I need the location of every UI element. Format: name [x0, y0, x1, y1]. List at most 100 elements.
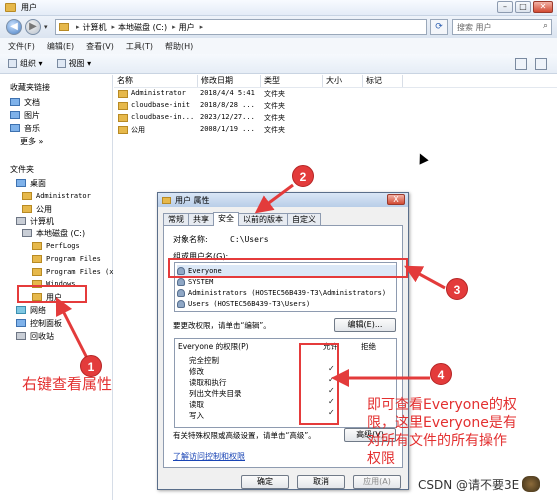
column-header-tag[interactable]: 标记	[363, 75, 403, 87]
highlight-users-folder	[17, 285, 87, 303]
cancel-button[interactable]: 取消	[297, 475, 345, 489]
user-icon	[177, 277, 185, 286]
annotation-text-4-line4: 权限	[367, 451, 395, 467]
view-tools	[515, 58, 547, 70]
permission-header: Everyone 的权限(P)	[178, 342, 249, 351]
annotation-badge-4: 4	[430, 363, 452, 385]
tree-item-control-panel[interactable]: 控制面板	[16, 317, 62, 329]
user-folder-icon	[22, 192, 32, 200]
users-icon	[177, 299, 185, 308]
chevron-right-icon[interactable]: ▸	[112, 23, 116, 31]
view-button[interactable]: 视图 ▾	[56, 58, 91, 69]
file-date: 2008/1/19 ...	[200, 125, 255, 133]
file-name: cloudbase-init	[131, 101, 191, 109]
tree-item-perflogs[interactable]: PerfLogs	[32, 240, 80, 252]
tree-item-local-disk[interactable]: 本地磁盘 (C:)	[22, 227, 85, 239]
tree-item-administrator[interactable]: Administrator	[22, 190, 91, 202]
computer-icon	[16, 217, 26, 225]
tree-item-computer[interactable]: 计算机	[16, 215, 54, 227]
dialog-tabs: 常规 共享 安全 以前的版本 自定义	[163, 212, 321, 226]
column-header-size[interactable]: 大小	[323, 75, 363, 87]
watermark: CSDN @请不要3E	[418, 473, 554, 495]
pictures-icon	[10, 111, 20, 119]
group-item-users[interactable]: Users (HOSTEC56B439-T3\Users)	[177, 298, 310, 309]
drive-icon	[22, 229, 32, 237]
search-input[interactable]: 搜索 用户 ⌕	[452, 19, 552, 35]
tree-item-program-files[interactable]: Program Files	[32, 253, 101, 265]
object-name-label: 对象名称:	[173, 235, 208, 244]
column-header-type[interactable]: 类型	[261, 75, 323, 87]
watermark-text: CSDN @请不要3E	[418, 477, 520, 492]
folder-icon	[5, 3, 16, 12]
file-name: cloudbase-in...	[131, 113, 195, 121]
breadcrumb-local-disk[interactable]: 本地磁盘 (C:)	[118, 22, 167, 33]
nav-item-music[interactable]: 音乐	[10, 122, 40, 134]
back-button[interactable]: ◀	[6, 19, 22, 35]
folder-icon	[162, 196, 171, 204]
edit-button[interactable]: 编辑(E)...	[334, 318, 396, 332]
permission-list-folder: 列出文件夹目录	[189, 389, 242, 398]
file-type: 文件夹	[264, 90, 285, 98]
tree-item-program-files-x86[interactable]: Program Files (x	[32, 266, 113, 278]
folders-heading[interactable]: 文件夹	[10, 163, 34, 175]
breadcrumb-computer[interactable]: 计算机	[83, 22, 107, 33]
folder-icon	[22, 205, 32, 213]
permission-read-execute: 读取和执行	[189, 378, 227, 387]
file-row[interactable]: cloudbase-init 2018/8/28 ... 文件夹	[114, 100, 557, 112]
file-row[interactable]: 公用 2008/1/19 ... 文件夹	[114, 124, 557, 136]
learn-access-control-link[interactable]: 了解访问控制和权限	[173, 451, 245, 462]
annotation-text-4-line3: 对所有文件的所有操作	[367, 433, 507, 449]
tab-security[interactable]: 安全	[213, 212, 239, 226]
nav-item-more[interactable]: 更多 »	[20, 135, 43, 147]
file-type: 文件夹	[264, 114, 285, 122]
organize-button[interactable]: 组织 ▾	[8, 58, 43, 69]
annotation-text-4-line2: 限，这里Everyone是有	[367, 415, 517, 431]
view-icon	[56, 59, 66, 68]
menu-help[interactable]: 帮助(H)	[165, 41, 193, 52]
group-item-administrators[interactable]: Administrators (HOSTEC56B439-T3\Administ…	[177, 287, 386, 298]
breadcrumb-users[interactable]: 用户	[179, 22, 195, 33]
tree-item-network[interactable]: 网络	[16, 304, 46, 316]
tree-item-recycle-bin[interactable]: 回收站	[16, 330, 54, 342]
menu-tools[interactable]: 工具(T)	[126, 41, 153, 52]
column-header-date[interactable]: 修改日期	[198, 75, 261, 87]
highlight-everyone-row	[168, 258, 408, 278]
forward-button[interactable]: ▶	[25, 19, 41, 35]
menu-edit[interactable]: 编辑(E)	[47, 41, 74, 52]
nav-item-documents[interactable]: 文档	[10, 96, 40, 108]
file-row[interactable]: cloudbase-in... 2023/12/27... 文件夹	[114, 112, 557, 124]
ok-button[interactable]: 确定	[241, 475, 289, 489]
tree-item-public[interactable]: 公用	[22, 203, 52, 215]
close-button[interactable]: ✕	[533, 1, 553, 13]
menu-view[interactable]: 查看(V)	[86, 41, 114, 52]
help-icon[interactable]	[535, 58, 547, 70]
dialog-close-button[interactable]: X	[387, 194, 405, 205]
apply-button[interactable]: 应用(A)	[353, 475, 401, 489]
nav-item-pictures[interactable]: 图片	[10, 109, 40, 121]
chevron-right-icon[interactable]: ▸	[200, 23, 204, 31]
minimize-button[interactable]: –	[497, 1, 513, 13]
layout-icon[interactable]	[515, 58, 527, 70]
users-icon	[177, 288, 185, 297]
window-title: 用户	[21, 3, 37, 12]
tree-item-desktop[interactable]: 桌面	[16, 177, 46, 189]
menu-bar: 文件(F) 编辑(E) 查看(V) 工具(T) 帮助(H)	[0, 38, 557, 54]
dialog-title-bar: 用户 属性 X	[158, 193, 408, 207]
network-icon	[16, 306, 26, 314]
window-controls: – □ ✕	[497, 1, 553, 13]
search-icon[interactable]: ⌕	[543, 21, 548, 31]
organize-icon	[8, 59, 17, 68]
refresh-button[interactable]: ⟳	[430, 19, 448, 35]
column-header-name[interactable]: 名称	[114, 75, 198, 87]
chevron-right-icon[interactable]: ▸	[76, 23, 80, 31]
address-bar[interactable]: ▸ 计算机 ▸ 本地磁盘 (C:) ▸ 用户 ▸	[55, 19, 427, 35]
history-dropdown-icon[interactable]: ▾	[44, 23, 48, 31]
annotation-text-1: 右键查看属性	[22, 375, 113, 393]
maximize-button[interactable]: □	[515, 1, 531, 13]
chevron-right-icon[interactable]: ▸	[172, 23, 176, 31]
recycle-bin-icon	[16, 332, 26, 340]
menu-file[interactable]: 文件(F)	[8, 41, 35, 52]
file-name: Administrator	[131, 89, 186, 97]
file-type: 文件夹	[264, 126, 285, 134]
file-row[interactable]: Administrator 2018/4/4 5:41 文件夹	[114, 88, 557, 100]
